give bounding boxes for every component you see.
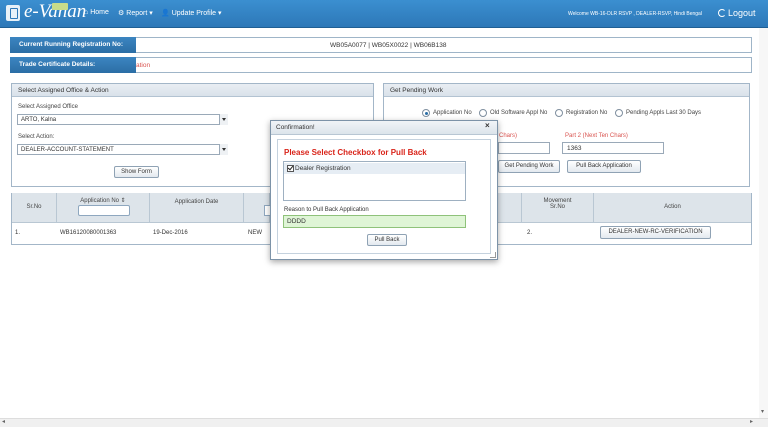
scroll-down-icon[interactable]: ▾ [761,408,764,415]
reason-input[interactable]: DDDD [283,215,466,228]
close-icon[interactable]: × [485,121,490,130]
dialog-warning: Please Select Checkbox for Pull Back [284,148,427,157]
resize-handle[interactable] [490,252,496,258]
vertical-scrollbar[interactable] [759,28,768,418]
dealer-registration-label: Dealer Registration [295,165,351,172]
dialog-title: Confirmation! [271,121,497,135]
horizontal-scrollbar[interactable] [0,418,768,427]
dealer-registration-checkbox[interactable] [287,165,294,172]
scroll-right-icon[interactable]: ▸ [750,418,753,425]
pull-back-button[interactable]: Pull Back [367,234,407,246]
reason-label: Reason to Pull Back Application [284,207,369,213]
scroll-left-icon[interactable]: ◂ [2,418,5,425]
